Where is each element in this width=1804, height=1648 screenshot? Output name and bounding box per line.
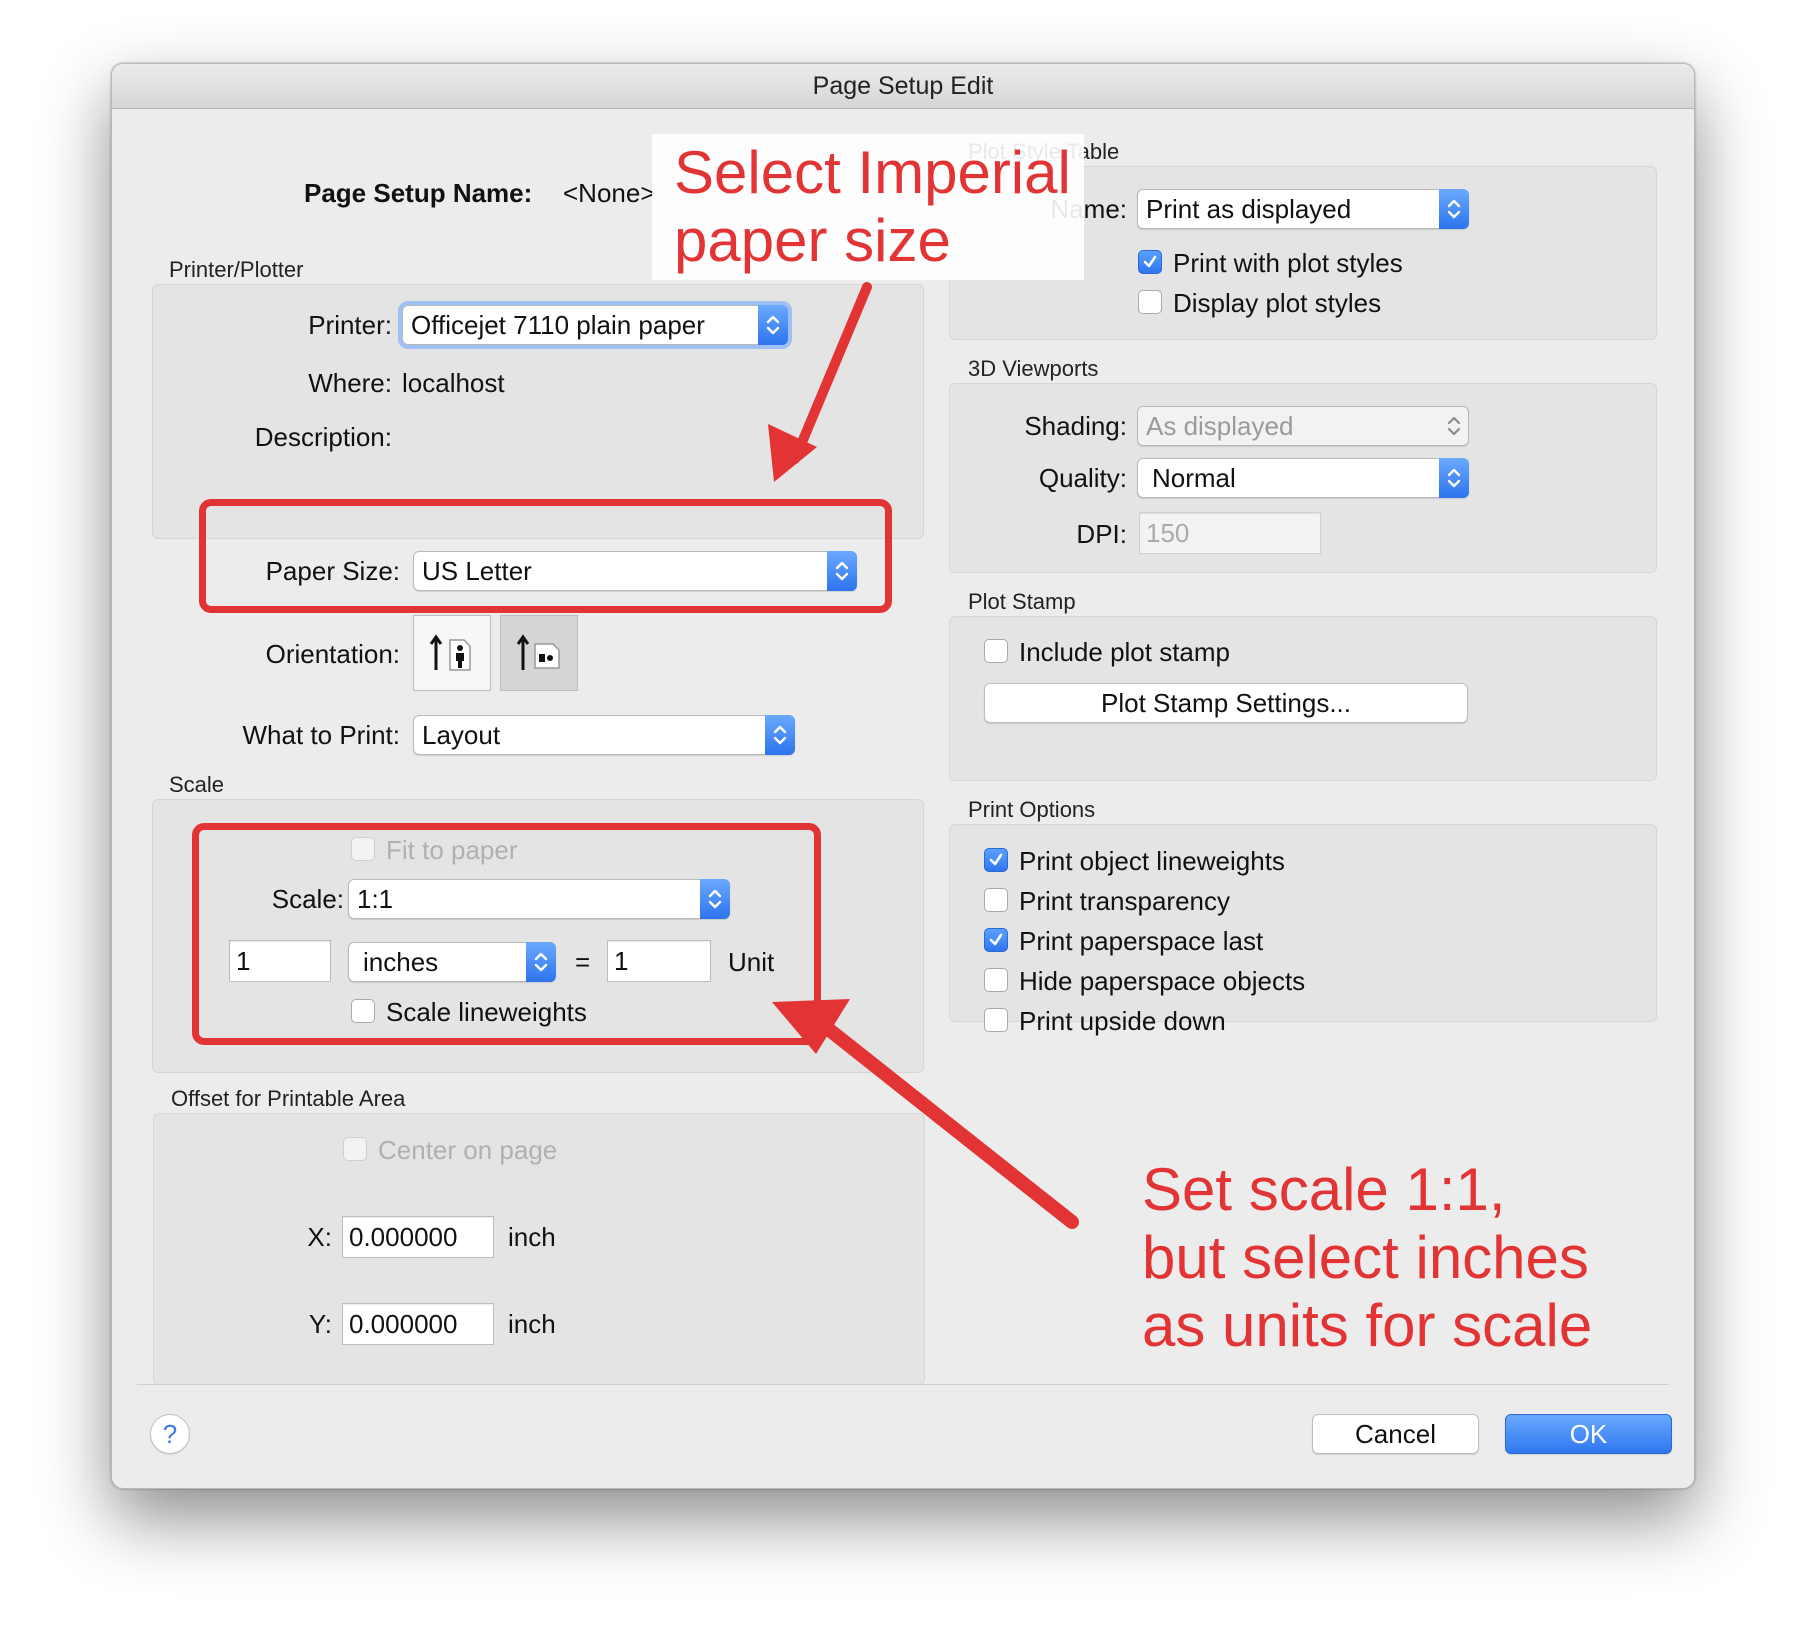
page-setup-dialog: Page Setup Edit Page Setup Name: <None> … — [111, 63, 1695, 1489]
paper-arrow-icon — [768, 282, 872, 482]
scale-arrow-icon — [772, 999, 1079, 1229]
annotation-arrows — [768, 282, 1079, 1229]
